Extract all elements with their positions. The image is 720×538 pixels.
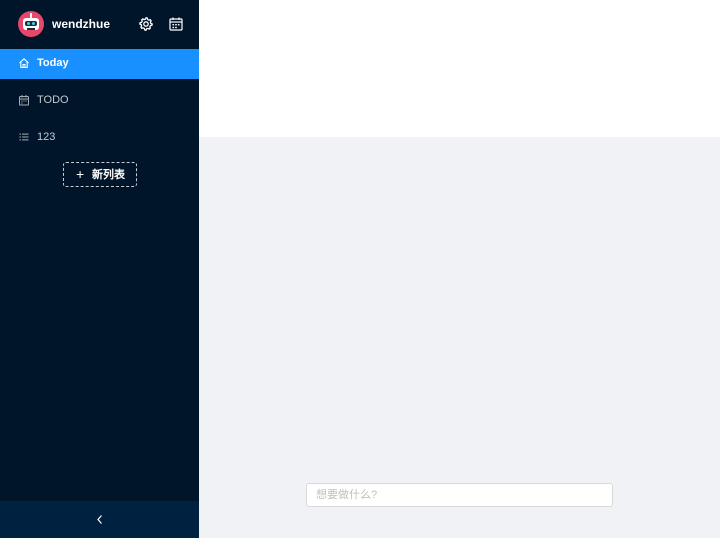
home-icon: [18, 57, 30, 69]
menu-item-label: TODO: [37, 94, 69, 106]
avatar[interactable]: [18, 11, 44, 37]
content-area: [199, 137, 720, 538]
new-list-button[interactable]: + 新列表: [63, 162, 137, 187]
menu-item-label: 123: [37, 131, 56, 143]
new-list-label: 新列表: [92, 169, 125, 181]
username: wendzhue: [52, 17, 111, 31]
calendar-icon[interactable]: [168, 16, 184, 32]
sidebar: wendzhue Today TODO 123 + 新列表: [0, 0, 199, 538]
sidebar-collapse-button[interactable]: [0, 501, 199, 538]
settings-icon[interactable]: [138, 16, 154, 32]
menu-item-label: Today: [37, 57, 69, 69]
user-header: wendzhue: [0, 0, 199, 48]
menu-item-123[interactable]: 123: [0, 123, 199, 153]
task-input[interactable]: [306, 483, 613, 507]
content-header: [199, 0, 720, 137]
menu-item-todo[interactable]: TODO: [0, 86, 199, 116]
plus-icon: +: [76, 166, 85, 182]
chevron-left-icon: [95, 514, 105, 525]
list-icon: [18, 131, 30, 143]
menu-item-today[interactable]: Today: [0, 49, 199, 79]
calendar-icon: [18, 94, 30, 106]
